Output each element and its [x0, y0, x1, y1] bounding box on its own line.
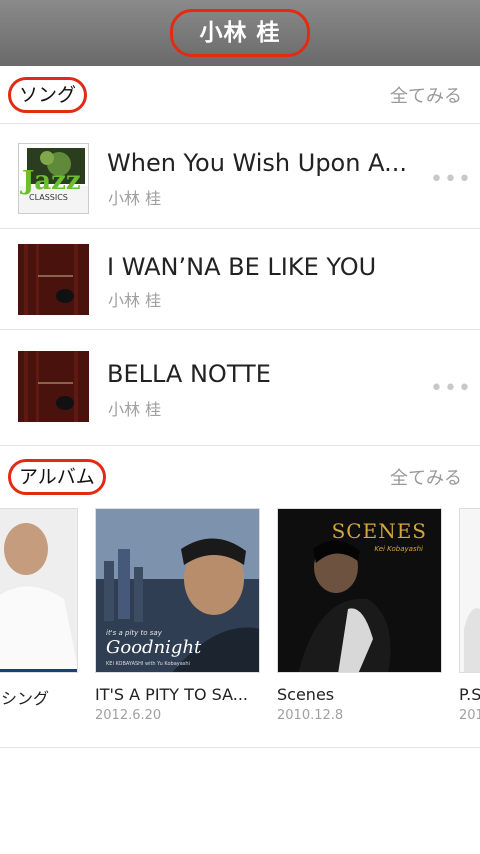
songs-section-title: ソング — [8, 76, 88, 113]
song-title: I WAN’NA BE LIKE YOU — [107, 253, 377, 281]
artist-title: 小林 桂 — [170, 9, 310, 57]
album-date: 2010.12.8 — [277, 708, 344, 723]
song-artist: 小林 桂 — [108, 400, 162, 419]
album-cover: it's a pity to say Goodnight KEI KOBAYAS… — [95, 508, 260, 673]
songs-section-header: ソング 全てみる — [0, 66, 480, 124]
albums-section-header: アルバム 全てみる — [0, 448, 480, 506]
song-artist: 小林 桂 — [108, 291, 162, 310]
album-title: IT'S A PITY TO SA... — [95, 685, 248, 704]
cover-text-line2: Goodnight — [106, 637, 202, 658]
album-title: Scenes — [277, 685, 335, 704]
cover-text-line1: SCENES — [331, 519, 427, 543]
album-date: 2012.6.20 — [95, 708, 162, 723]
more-options-icon[interactable]: ••• — [430, 169, 472, 191]
albums-section-title: アルバム — [8, 459, 106, 495]
songs-see-all-link[interactable]: 全てみる — [390, 82, 462, 108]
more-options-icon[interactable]: ••• — [430, 378, 472, 400]
album-card[interactable]: P.S 201 — [459, 508, 480, 723]
album-carousel[interactable]: シング it's a pity to say Goodnight KEI KOB… — [0, 508, 480, 748]
song-title: When You Wish Upon A... — [107, 149, 407, 177]
song-artist: 小林 桂 — [108, 189, 162, 208]
song-row[interactable]: BELLA NOTTE 小林 桂 ••• — [0, 330, 480, 446]
song-row[interactable]: I WAN’NA BE LIKE YOU 小林 桂 — [0, 229, 480, 330]
cover-text-line2: Kei Kobayashi — [374, 545, 423, 553]
album-title: P.S — [459, 685, 480, 704]
song-cover-art: Jazz CLASSICS — [18, 143, 89, 214]
albums-see-all-link[interactable]: 全てみる — [390, 464, 462, 490]
song-row[interactable]: Jazz CLASSICS When You Wish Upon A... 小林… — [0, 125, 480, 229]
album-cover — [0, 508, 78, 673]
album-card[interactable]: it's a pity to say Goodnight KEI KOBAYAS… — [95, 508, 260, 723]
album-cover: SCENES Kei Kobayashi — [277, 508, 442, 673]
cover-jazz-text: Jazz — [22, 166, 81, 196]
cover-text-line1: it's a pity to say — [106, 629, 162, 637]
cover-text-line3: KEI KOBAYASHI with Yu Kobayashi — [106, 661, 190, 667]
song-cover-art — [18, 351, 89, 422]
album-cover — [459, 508, 480, 673]
cover-classics-text: CLASSICS — [29, 193, 68, 202]
album-card[interactable]: SCENES Kei Kobayashi Scenes 2010.12.8 — [277, 508, 442, 723]
song-cover-art — [18, 244, 89, 315]
song-title: BELLA NOTTE — [107, 360, 271, 388]
album-date: 201 — [459, 708, 480, 723]
app-header: 小林 桂 — [0, 0, 480, 66]
album-card[interactable]: シング — [0, 508, 78, 709]
album-title: シング — [1, 689, 50, 708]
